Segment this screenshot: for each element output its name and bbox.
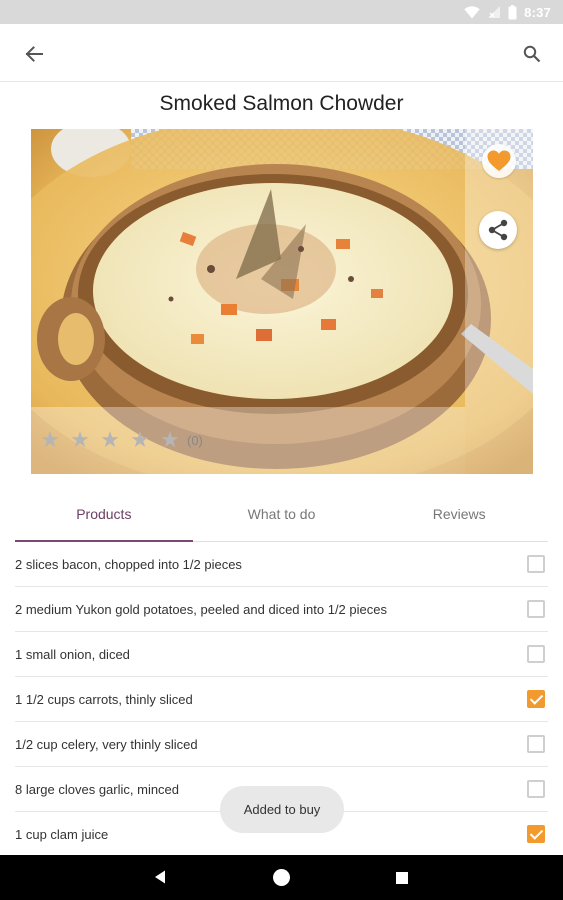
ingredient-text: 2 medium Yukon gold potatoes, peeled and… (15, 601, 387, 617)
list-item[interactable]: 1/2 cup celery, very thinly sliced (15, 722, 548, 767)
list-item[interactable]: 1 1/2 cups carrots, thinly sliced (15, 677, 548, 722)
back-button[interactable] (19, 39, 49, 69)
recipe-title: Smoked Salmon Chowder (159, 92, 404, 115)
list-item[interactable]: 2 slices bacon, chopped into 1/2 pieces (15, 542, 548, 587)
image-side-overlay (465, 129, 533, 474)
arrow-left-icon (25, 46, 43, 62)
search-button[interactable] (517, 39, 547, 69)
star-icon[interactable]: ★ (95, 429, 125, 451)
ingredient-checkbox[interactable] (527, 780, 545, 798)
toast-message: Added to buy (220, 786, 344, 833)
no-signal-icon (488, 6, 501, 18)
share-icon (488, 219, 508, 241)
ingredient-checkbox[interactable] (527, 645, 545, 663)
system-nav-bar (0, 855, 563, 900)
ingredient-checkbox[interactable] (527, 555, 545, 573)
list-item[interactable]: 1 small onion, diced (15, 632, 548, 677)
favorite-button[interactable] (482, 144, 516, 178)
battery-icon (508, 4, 517, 19)
ingredient-text: 1/2 cup celery, very thinly sliced (15, 736, 198, 752)
ingredient-checkbox[interactable] (527, 600, 545, 618)
nav-recents-icon[interactable] (396, 872, 408, 884)
ingredient-checkbox[interactable] (527, 735, 545, 753)
star-icon[interactable]: ★ (35, 429, 65, 451)
nav-back-icon[interactable] (154, 870, 166, 884)
ingredient-text: 1 1/2 cups carrots, thinly sliced (15, 691, 193, 707)
tab-what-to-do[interactable]: What to do (193, 494, 371, 541)
status-time: 8:37 (524, 4, 551, 20)
recipe-image: ★ ★ ★ ★ ★ (0) (31, 129, 533, 474)
search-icon (523, 45, 541, 63)
ingredient-text: 1 small onion, diced (15, 646, 130, 662)
ingredient-text: 1 cup clam juice (15, 826, 109, 842)
rating[interactable]: ★ ★ ★ ★ ★ (0) (35, 429, 203, 451)
star-icon[interactable]: ★ (155, 429, 185, 451)
ingredient-checkbox[interactable] (527, 825, 545, 843)
tab-reviews[interactable]: Reviews (370, 494, 548, 541)
ingredient-text: 2 slices bacon, chopped into 1/2 pieces (15, 556, 242, 572)
list-item[interactable]: 2 medium Yukon gold potatoes, peeled and… (15, 587, 548, 632)
ingredient-text: 8 large cloves garlic, minced (15, 781, 180, 797)
rating-count: (0) (187, 432, 203, 448)
star-icon[interactable]: ★ (65, 429, 95, 451)
share-button[interactable] (479, 211, 517, 249)
status-bar: 8:37 (0, 0, 563, 24)
status-icons: 8:37 (464, 4, 551, 20)
tab-products[interactable]: Products (15, 494, 193, 542)
app-bar (0, 24, 563, 82)
tab-bar: Products What to do Reviews (15, 494, 548, 542)
wifi-icon (464, 5, 480, 18)
heart-icon (487, 150, 511, 171)
star-icon[interactable]: ★ (125, 429, 155, 451)
nav-home-icon[interactable] (273, 869, 290, 886)
ingredient-checkbox[interactable] (527, 690, 545, 708)
